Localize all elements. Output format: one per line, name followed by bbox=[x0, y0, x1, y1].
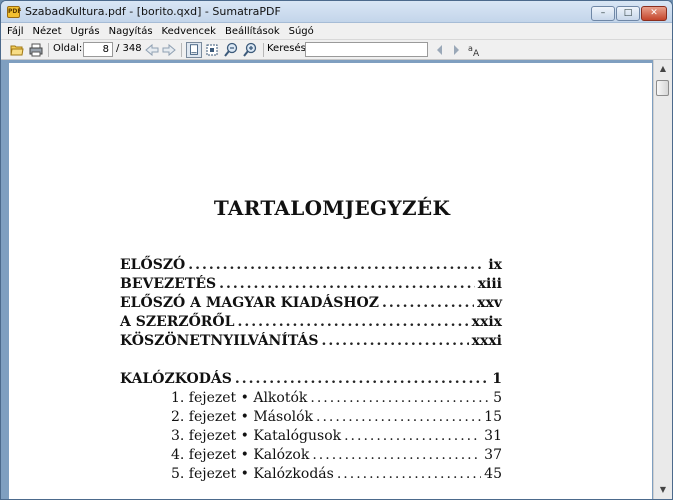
match-case-icon[interactable]: a A bbox=[467, 42, 483, 58]
scroll-down-icon[interactable]: ▼ bbox=[655, 483, 671, 497]
title-bar[interactable]: PDF SzabadKultura.pdf - [borito.qxd] - S… bbox=[1, 1, 672, 23]
search-input[interactable] bbox=[305, 42, 428, 57]
pdf-page: TARTALOMJEGYZÉK ELŐSZÓ .................… bbox=[9, 63, 652, 499]
menu-bar: Fájl Nézet Ugrás Nagyítás Kedvencek Beál… bbox=[1, 23, 672, 40]
previous-page-icon[interactable] bbox=[144, 42, 160, 58]
toc-leader-dots: ........................................… bbox=[188, 257, 485, 273]
find-previous-icon[interactable] bbox=[432, 42, 448, 58]
toc-leader-dots: ........................................… bbox=[310, 390, 491, 406]
close-button[interactable]: ✕ bbox=[641, 6, 667, 21]
toc-entry-label: ELŐSZÓ A MAGYAR KIADÁSHOZ bbox=[120, 295, 379, 311]
toc-entry-page: xiii bbox=[477, 276, 502, 292]
toc-entry-label: ELŐSZÓ bbox=[120, 257, 186, 273]
toc-entry-page: 1 bbox=[492, 371, 502, 387]
toc-entry-label: 5. fejezet • Kalózkodás bbox=[171, 466, 334, 482]
toc-entry-label: 4. fejezet • Kalózok bbox=[171, 447, 310, 463]
print-icon[interactable] bbox=[29, 43, 43, 57]
window-title: SzabadKultura.pdf - [borito.qxd] - Sumat… bbox=[25, 5, 281, 18]
menu-favorites[interactable]: Kedvencek bbox=[162, 26, 216, 37]
toc-entry-label: 3. fejezet • Katalógusok bbox=[171, 428, 342, 444]
page-total: / 348 bbox=[116, 43, 142, 54]
toc-entry-page: 5 bbox=[493, 390, 502, 406]
toc-leader-dots: ........................................… bbox=[237, 314, 468, 330]
page-heading: TARTALOMJEGYZÉK bbox=[213, 196, 451, 220]
search-label: Keresés: bbox=[267, 43, 310, 54]
toc-leader-dots: ........................................… bbox=[336, 466, 481, 482]
toc-entry: ELŐSZÓ A MAGYAR KIADÁSHOZ ..............… bbox=[120, 295, 502, 311]
toolbar-separator bbox=[263, 43, 264, 57]
toc-leader-dots: ........................................… bbox=[234, 371, 490, 387]
zoom-in-icon[interactable] bbox=[242, 42, 258, 58]
toc-entry: KÖSZÖNETNYILVÁNÍTÁS ....................… bbox=[120, 333, 502, 349]
page-label: Oldal: bbox=[53, 43, 83, 54]
toc-chapter-entry: 4. fejezet • Kalózok ...................… bbox=[171, 447, 502, 463]
toc-leader-dots: ........................................… bbox=[312, 447, 482, 463]
toc-entry-page: 15 bbox=[484, 409, 502, 425]
toc-entry-label: 2. fejezet • Másolók bbox=[171, 409, 314, 425]
toc-entry-page: xxix bbox=[471, 314, 502, 330]
menu-settings[interactable]: Beállítások bbox=[225, 26, 280, 37]
toc-entry-label: A SZERZŐRŐL bbox=[120, 314, 235, 330]
toc-entry-page: xxxi bbox=[471, 333, 502, 349]
svg-text:A: A bbox=[473, 49, 480, 58]
find-next-icon[interactable] bbox=[448, 42, 464, 58]
scrollbar-thumb[interactable] bbox=[656, 80, 669, 96]
toc-leader-dots: ........................................… bbox=[344, 428, 481, 444]
toc-leader-dots: ........................................… bbox=[316, 409, 481, 425]
toc-leader-dots: ........................................… bbox=[381, 295, 475, 311]
toc-part-entry: KALÓZKODÁS .............................… bbox=[120, 371, 502, 387]
toc-chapter-entry: 3. fejezet • Katalógusok ...............… bbox=[171, 428, 502, 444]
toc-entry-page: 31 bbox=[484, 428, 502, 444]
open-icon[interactable] bbox=[10, 43, 24, 57]
fit-page-icon[interactable] bbox=[186, 42, 202, 58]
vertical-scrollbar[interactable]: ▲ ▼ bbox=[653, 60, 672, 499]
zoom-out-icon[interactable] bbox=[223, 42, 239, 58]
toc-chapter-entry: 2. fejezet • Másolók ...................… bbox=[171, 409, 502, 425]
toc-entry: A SZERZŐRŐL ............................… bbox=[120, 314, 502, 330]
app-icon: PDF bbox=[7, 6, 21, 18]
toc-leader-dots: ........................................… bbox=[219, 276, 475, 292]
maximize-button[interactable]: □ bbox=[616, 6, 640, 21]
toolbar-separator bbox=[48, 43, 49, 57]
toc-entry: BEVEZETÉS ..............................… bbox=[120, 276, 502, 292]
menu-go[interactable]: Ugrás bbox=[71, 26, 100, 37]
sumatrapdf-window: PDF SzabadKultura.pdf - [borito.qxd] - S… bbox=[0, 0, 673, 500]
menu-view[interactable]: Nézet bbox=[33, 26, 62, 37]
toc-chapter-entry: 1. fejezet • Alkotók ...................… bbox=[171, 390, 502, 406]
toc-entry-label: KÖSZÖNETNYILVÁNÍTÁS bbox=[120, 333, 319, 349]
document-canvas[interactable]: TARTALOMJEGYZÉK ELŐSZÓ .................… bbox=[1, 60, 653, 499]
toc-entry-page: 45 bbox=[484, 466, 502, 482]
toc-entry-page: ix bbox=[488, 257, 502, 273]
toc-entry-label: KALÓZKODÁS bbox=[120, 371, 232, 387]
fit-width-icon[interactable] bbox=[204, 42, 220, 58]
menu-zoom[interactable]: Nagyítás bbox=[109, 26, 153, 37]
toc-entry-page: xxv bbox=[477, 295, 502, 311]
toc-chapter-entry: 5. fejezet • Kalózkodás ................… bbox=[171, 466, 502, 482]
minimize-button[interactable]: – bbox=[591, 6, 615, 21]
toc-entry-label: BEVEZETÉS bbox=[120, 276, 217, 292]
toc-entry-page: 37 bbox=[484, 447, 502, 463]
next-page-icon[interactable] bbox=[161, 42, 177, 58]
toc-leader-dots: ........................................… bbox=[321, 333, 469, 349]
toolbar-separator bbox=[181, 43, 182, 57]
toc-entry: ELŐSZÓ .................................… bbox=[120, 257, 502, 273]
page-number-input[interactable]: 8 bbox=[83, 42, 113, 57]
toolbar: Oldal: 8 / 348 Keresés: a A bbox=[1, 40, 672, 60]
menu-file[interactable]: Fájl bbox=[7, 26, 24, 37]
toc-entry-label: 1. fejezet • Alkotók bbox=[171, 390, 308, 406]
menu-help[interactable]: Súgó bbox=[289, 26, 314, 37]
scroll-up-icon[interactable]: ▲ bbox=[655, 62, 671, 76]
